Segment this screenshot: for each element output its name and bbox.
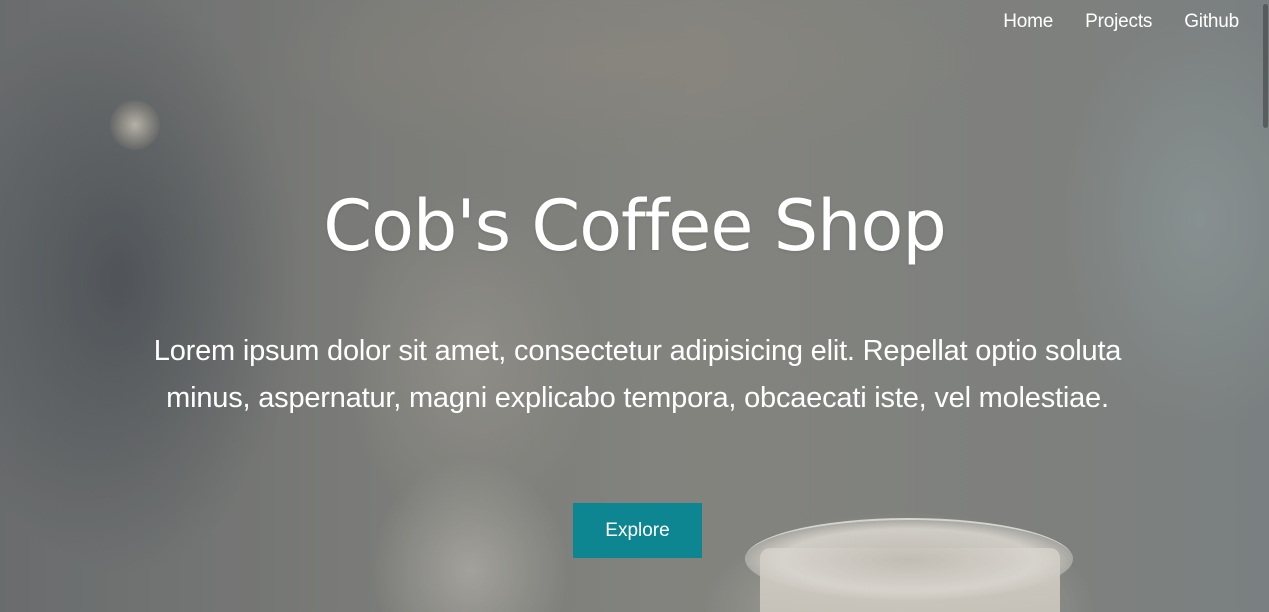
hero-description: Lorem ipsum dolor sit amet, consectetur … (153, 335, 1122, 414)
nav-link-github[interactable]: Github (1184, 11, 1239, 33)
nav-link-projects[interactable]: Projects (1085, 11, 1152, 33)
nav-link-home[interactable]: Home (1003, 11, 1053, 33)
page-title: Cob's Coffee Shop (323, 185, 947, 267)
scrollbar-thumb[interactable] (1263, 4, 1268, 128)
hero-section: Home Projects Github Cob's Coffee Shop L… (0, 0, 1269, 612)
explore-button[interactable]: Explore (573, 503, 702, 558)
vertical-scrollbar[interactable] (1262, 0, 1269, 612)
top-navigation: Home Projects Github (1003, 0, 1239, 44)
